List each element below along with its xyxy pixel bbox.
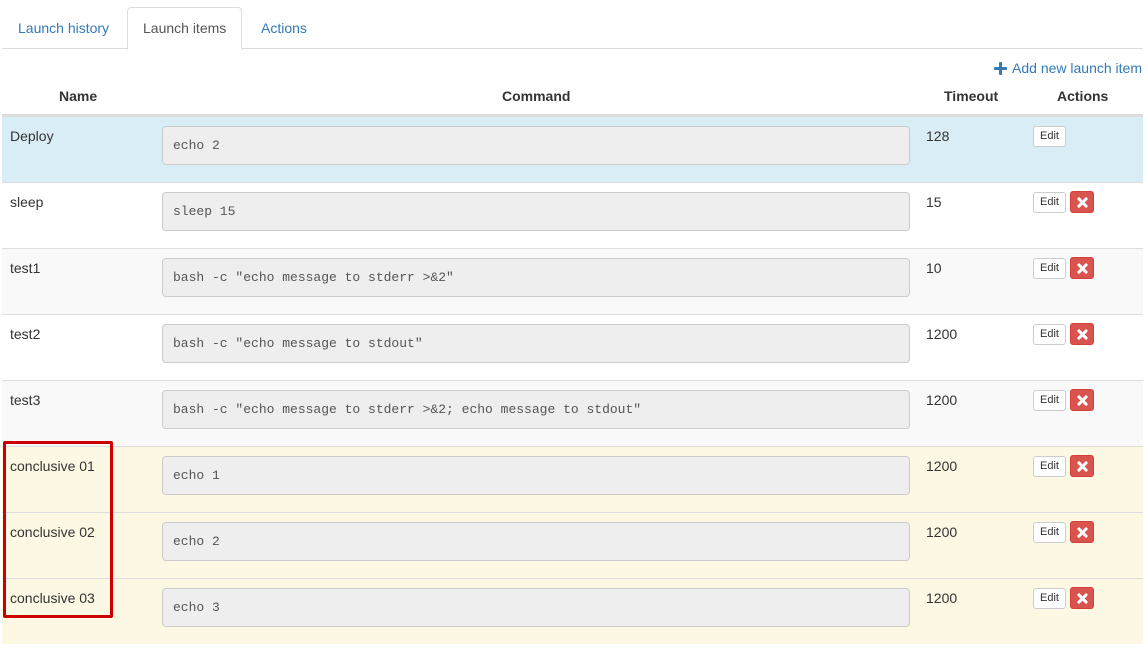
- row-name: conclusive 01: [10, 458, 95, 474]
- table-row: Deploy echo 2 128 Edit: [2, 116, 1143, 182]
- row-timeout: 128: [926, 128, 950, 144]
- row-timeout: 1200: [926, 590, 958, 606]
- close-icon: [1077, 329, 1088, 340]
- delete-button[interactable]: [1070, 323, 1094, 345]
- row-name: test2: [10, 326, 41, 342]
- close-icon: [1077, 263, 1088, 274]
- header-command: Command: [502, 88, 571, 104]
- table-row: sleep sleep 15 15 Edit: [2, 182, 1143, 248]
- row-name: conclusive 02: [10, 524, 95, 540]
- command-field[interactable]: echo 2: [162, 522, 910, 561]
- header-actions: Actions: [1057, 88, 1109, 104]
- delete-button[interactable]: [1070, 587, 1094, 609]
- delete-button[interactable]: [1070, 257, 1094, 279]
- close-icon: [1077, 395, 1088, 406]
- table-row: test1 bash -c "echo message to stderr >&2…: [2, 248, 1143, 314]
- delete-button[interactable]: [1070, 389, 1094, 411]
- edit-button[interactable]: Edit: [1033, 258, 1066, 279]
- command-field[interactable]: echo 2: [162, 126, 910, 165]
- edit-button[interactable]: Edit: [1033, 588, 1066, 609]
- row-name: test3: [10, 392, 41, 408]
- add-launch-item-label: Add new launch item: [1012, 60, 1142, 76]
- command-field[interactable]: echo 1: [162, 456, 910, 495]
- row-name: Deploy: [10, 128, 54, 144]
- command-field[interactable]: sleep 15: [162, 192, 910, 231]
- table-row: test3 bash -c "echo message to stderr >&2…: [2, 380, 1143, 446]
- delete-button[interactable]: [1070, 455, 1094, 477]
- row-timeout: 1200: [926, 326, 958, 342]
- row-timeout: 10: [926, 260, 942, 276]
- add-launch-item-link[interactable]: Add new launch item: [994, 60, 1142, 76]
- command-field[interactable]: bash -c "echo message to stderr >&2": [162, 258, 910, 297]
- tab-launch-items[interactable]: Launch items: [127, 7, 243, 50]
- row-timeout: 15: [926, 194, 942, 210]
- table-body: Deploy echo 2 128 Edit sleep sleep 15 15 Edit te…: [2, 116, 1143, 644]
- command-field[interactable]: bash -c "echo message to stdout": [162, 324, 910, 363]
- table-row: conclusive 03 echo 3 1200 Edit: [2, 578, 1143, 644]
- row-timeout: 1200: [926, 458, 958, 474]
- row-timeout: 1200: [926, 392, 958, 408]
- command-field[interactable]: bash -c "echo message to stderr >&2; ech…: [162, 390, 910, 429]
- row-name: conclusive 03: [10, 590, 95, 606]
- edit-button[interactable]: Edit: [1033, 126, 1066, 147]
- close-icon: [1077, 593, 1088, 604]
- plus-icon: [994, 61, 1008, 75]
- edit-button[interactable]: Edit: [1033, 324, 1066, 345]
- row-name: test1: [10, 260, 41, 276]
- delete-button[interactable]: [1070, 521, 1094, 543]
- header-name: Name: [59, 88, 98, 104]
- launch-items-table: Name Command Timeout Actions Deploy echo …: [2, 82, 1143, 644]
- delete-button[interactable]: [1070, 191, 1094, 213]
- row-name: sleep: [10, 194, 44, 210]
- tab-bar: Launch history Launch items Actions: [2, 7, 1143, 50]
- row-timeout: 1200: [926, 524, 958, 540]
- tab-launch-history[interactable]: Launch history: [2, 7, 125, 49]
- table-header: Name Command Timeout Actions: [2, 82, 1143, 116]
- tab-actions[interactable]: Actions: [245, 7, 323, 49]
- table-row: conclusive 02 echo 2 1200 Edit: [2, 512, 1143, 578]
- close-icon: [1077, 527, 1088, 538]
- edit-button[interactable]: Edit: [1033, 456, 1066, 477]
- table-row: conclusive 01 echo 1 1200 Edit: [2, 446, 1143, 512]
- table-row: test2 bash -c "echo message to stdout" 120…: [2, 314, 1143, 380]
- header-timeout: Timeout: [944, 88, 999, 104]
- edit-button[interactable]: Edit: [1033, 390, 1066, 411]
- close-icon: [1077, 461, 1088, 472]
- close-icon: [1077, 197, 1088, 208]
- edit-button[interactable]: Edit: [1033, 522, 1066, 543]
- edit-button[interactable]: Edit: [1033, 192, 1066, 213]
- command-field[interactable]: echo 3: [162, 588, 910, 627]
